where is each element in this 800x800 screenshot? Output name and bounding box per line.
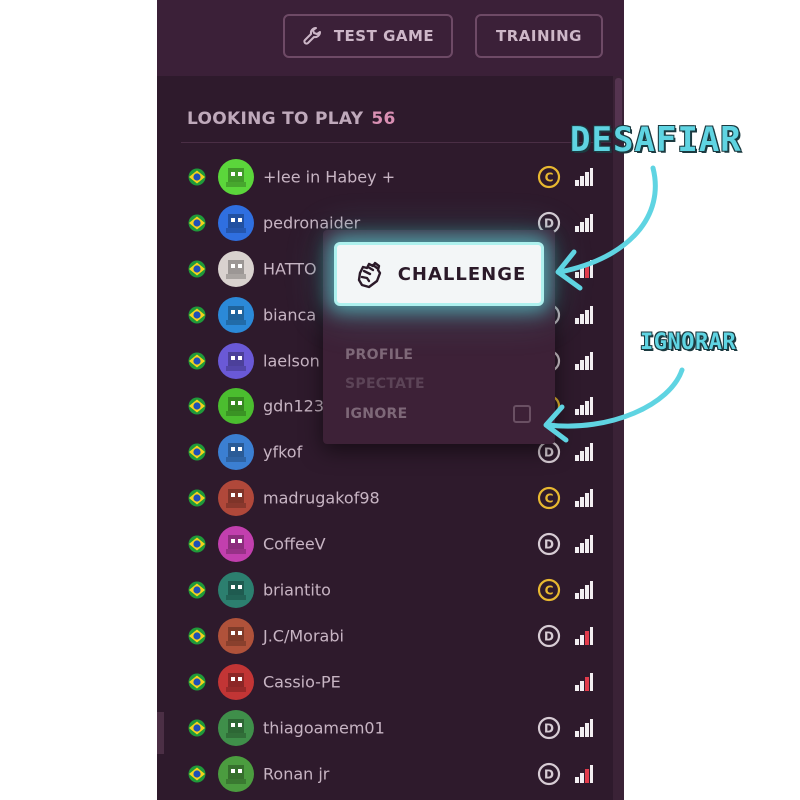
player-name[interactable]: gdn123 bbox=[263, 397, 324, 416]
avatar[interactable] bbox=[218, 388, 254, 425]
avatar[interactable] bbox=[218, 709, 254, 746]
avatar[interactable] bbox=[218, 480, 254, 517]
connection-signal-icon bbox=[573, 718, 593, 738]
player-name[interactable]: HATTO bbox=[263, 259, 317, 278]
avatar[interactable] bbox=[218, 342, 254, 379]
avatar[interactable] bbox=[218, 434, 254, 471]
rank-badge-letter: D bbox=[544, 721, 554, 735]
rank-badge-icon: D bbox=[537, 762, 561, 786]
top-bar: TEST GAME TRAINING bbox=[157, 0, 624, 76]
ignore-checkbox[interactable] bbox=[513, 405, 531, 423]
connection-signal-icon bbox=[573, 764, 593, 784]
connection-signal-icon bbox=[573, 259, 593, 279]
avatar[interactable] bbox=[218, 250, 254, 287]
player-name[interactable]: bianca bbox=[263, 305, 316, 324]
rank-badge-letter: D bbox=[544, 446, 554, 460]
connection-signal-icon bbox=[573, 488, 593, 508]
connection-signal-icon bbox=[573, 351, 593, 371]
annotation-challenge: DESAFIAR bbox=[570, 120, 742, 160]
rank-badge-icon: D bbox=[537, 716, 561, 740]
brazil-flag-icon bbox=[187, 627, 207, 645]
brazil-flag-icon bbox=[187, 214, 207, 232]
divider bbox=[181, 142, 611, 143]
avatar[interactable] bbox=[218, 663, 254, 700]
player-row[interactable]: thiagoamem01 D bbox=[157, 705, 613, 751]
player-name[interactable]: J.C/Morabi bbox=[263, 626, 344, 645]
avatar[interactable] bbox=[218, 204, 254, 241]
connection-signal-icon bbox=[573, 580, 593, 600]
player-name[interactable]: laelson bbox=[263, 351, 320, 370]
challenge-button[interactable]: CHALLENGE bbox=[334, 242, 544, 306]
player-name[interactable]: CoffeeV bbox=[263, 535, 326, 554]
connection-signal-icon bbox=[573, 213, 593, 233]
rank-badge-letter: D bbox=[544, 538, 554, 552]
player-row[interactable]: madrugakof98 C bbox=[157, 475, 613, 521]
section-heading: LOOKING TO PLAY 56 bbox=[187, 109, 396, 129]
avatar[interactable] bbox=[218, 755, 254, 792]
player-row[interactable]: CoffeeV D bbox=[157, 521, 613, 567]
rank-badge-letter: D bbox=[544, 629, 554, 643]
rank-badge-letter: D bbox=[544, 216, 554, 230]
rank-badge-letter: C bbox=[545, 170, 554, 184]
rank-badge-icon: C bbox=[537, 578, 561, 602]
brazil-flag-icon bbox=[187, 489, 207, 507]
rank-badge-letter: D bbox=[544, 767, 554, 781]
training-button[interactable]: TRAINING bbox=[475, 14, 603, 58]
player-row[interactable]: J.C/Morabi D bbox=[157, 613, 613, 659]
brazil-flag-icon bbox=[187, 535, 207, 553]
brazil-flag-icon bbox=[187, 352, 207, 370]
training-label: TRAINING bbox=[496, 27, 582, 45]
brazil-flag-icon bbox=[187, 673, 207, 691]
connection-signal-icon bbox=[573, 442, 593, 462]
scrollbar-track[interactable] bbox=[613, 76, 624, 800]
player-name[interactable]: +lee in Habey + bbox=[263, 167, 395, 186]
rank-badge-icon: D bbox=[537, 532, 561, 556]
brazil-flag-icon bbox=[187, 168, 207, 186]
connection-signal-icon bbox=[573, 534, 593, 554]
fist-icon bbox=[357, 261, 381, 289]
player-name[interactable]: thiagoamem01 bbox=[263, 718, 385, 737]
connection-signal-icon bbox=[573, 305, 593, 325]
avatar[interactable] bbox=[218, 617, 254, 654]
avatar[interactable] bbox=[218, 296, 254, 333]
menu-item-profile[interactable]: PROFILE bbox=[345, 347, 413, 363]
menu-item-spectate[interactable]: SPECTATE bbox=[345, 376, 425, 392]
rank-badge-icon: C bbox=[537, 165, 561, 189]
avatar[interactable] bbox=[218, 526, 254, 563]
player-row[interactable]: Cassio-PE bbox=[157, 659, 613, 705]
brazil-flag-icon bbox=[187, 260, 207, 278]
connection-signal-icon bbox=[573, 167, 593, 187]
annotation-ignore: IGNORAR bbox=[640, 330, 737, 355]
brazil-flag-icon bbox=[187, 443, 207, 461]
wrench-icon bbox=[303, 27, 321, 45]
challenge-label: CHALLENGE bbox=[397, 263, 527, 285]
menu-item-ignore[interactable]: IGNORE bbox=[345, 406, 407, 422]
brazil-flag-icon bbox=[187, 397, 207, 415]
brazil-flag-icon bbox=[187, 765, 207, 783]
rank-badge-letter: C bbox=[545, 583, 554, 597]
player-row[interactable]: Ronan jr D bbox=[157, 751, 613, 797]
avatar[interactable] bbox=[218, 571, 254, 608]
player-name[interactable]: briantito bbox=[263, 580, 331, 599]
connection-signal-icon bbox=[573, 396, 593, 416]
player-name[interactable]: Ronan jr bbox=[263, 764, 329, 783]
brazil-flag-icon bbox=[187, 306, 207, 324]
rank-badge-icon: C bbox=[537, 486, 561, 510]
section-title: LOOKING TO PLAY bbox=[187, 109, 364, 129]
brazil-flag-icon bbox=[187, 719, 207, 737]
rank-badge-icon: D bbox=[537, 624, 561, 648]
rank-badge-letter: C bbox=[545, 492, 554, 506]
player-name[interactable]: madrugakof98 bbox=[263, 489, 380, 508]
connection-signal-icon bbox=[573, 672, 593, 692]
player-count: 56 bbox=[371, 109, 396, 129]
player-row[interactable]: +lee in Habey + C bbox=[157, 154, 613, 200]
player-name[interactable]: Cassio-PE bbox=[263, 672, 341, 691]
connection-signal-icon bbox=[573, 626, 593, 646]
test-game-label: TEST GAME bbox=[333, 27, 435, 45]
test-game-button[interactable]: TEST GAME bbox=[283, 14, 453, 58]
player-name[interactable]: yfkof bbox=[263, 443, 302, 462]
player-row[interactable]: briantito C bbox=[157, 567, 613, 613]
brazil-flag-icon bbox=[187, 581, 207, 599]
avatar[interactable] bbox=[218, 158, 254, 195]
